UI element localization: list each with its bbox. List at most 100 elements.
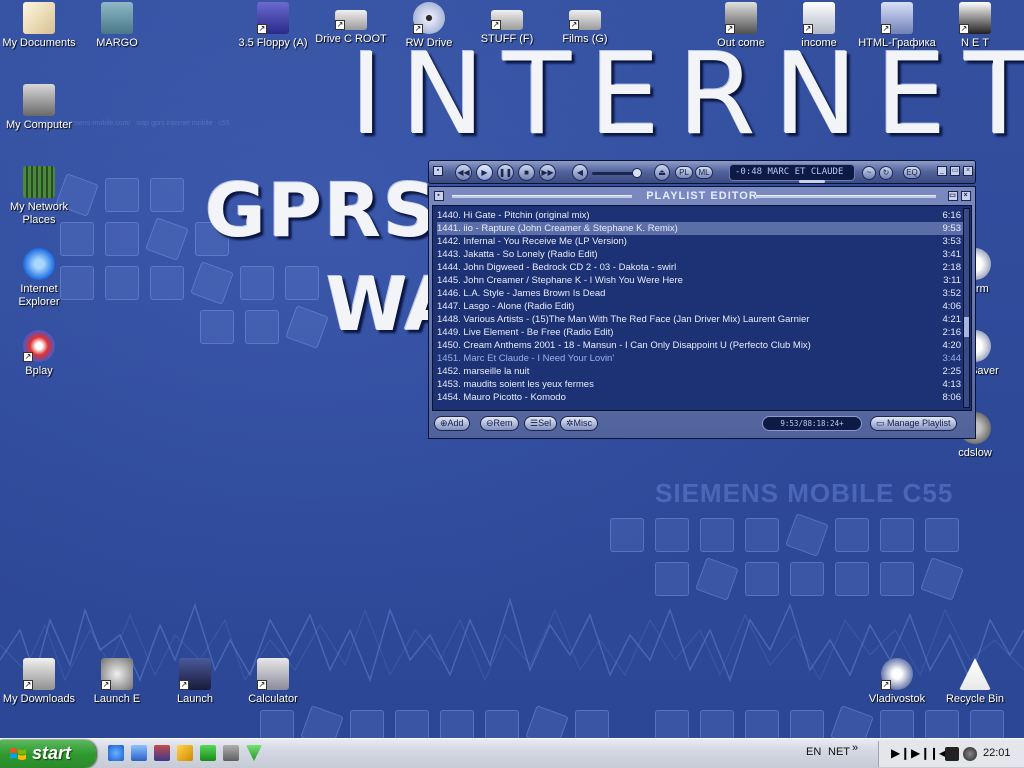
desktop-icon-stuff-drive[interactable]: ↗ STUFF (F) [468,2,546,46]
minimize-button[interactable]: _ [937,166,947,176]
playlist-titlebar[interactable]: ▪ PLAYLIST EDITOR ▭ × [432,187,972,205]
clock[interactable]: 22:01 [983,747,1011,759]
playlist-scroll-thumb[interactable] [964,317,969,337]
playlist-editor[interactable]: ▪ PLAYLIST EDITOR ▭ × 1440. Hi Gate - Pi… [428,186,976,439]
quicklaunch-edit-icon[interactable] [177,745,193,761]
quicklaunch-arrow-icon[interactable] [200,745,216,761]
shade-button[interactable]: ▭ [950,166,960,176]
playlist-track[interactable]: 1452. marseille la nuit 2:25 [437,365,967,378]
desktop-icon-label: My Downloads [2,693,76,705]
playlist-track[interactable]: 1447. Lasgo - Alone (Radio Edit) 4:06 [437,300,967,313]
playlist-track[interactable]: 1443. Jakatta - So Lonely (Radio Edit) 3:… [437,248,967,261]
playlist-shade-button[interactable]: ▭ [948,191,958,201]
desktop-icon-films-drive[interactable]: ↗ Films (G) [546,2,624,46]
shortcut-arrow-icon: ↗ [413,24,423,34]
quicklaunch-save-icon[interactable] [154,745,170,761]
misc-button[interactable]: ✲Misc [560,416,599,431]
stop-button[interactable]: ■ [518,164,535,181]
winamp-menu-icon[interactable]: ▪ [433,166,443,176]
playlist-track[interactable]: 1444. John Digweed - Bedrock CD 2 - 03 -… [437,261,967,274]
desktop-icon-drive-c[interactable]: ↗ Drive C ROOT [312,2,390,46]
previous-button[interactable]: ◀◀ [455,164,472,181]
playlist-track[interactable]: 1441. iio - Rapture (John Creamer & Step… [437,222,967,235]
shortcut-arrow-icon: ↗ [725,24,735,34]
pause-button[interactable]: ❚❚ [497,164,514,181]
playlist-menu-icon[interactable]: ▪ [434,191,444,201]
desktop-icon-internet-explorer[interactable]: Internet Explorer [0,248,78,309]
start-button[interactable]: start [0,740,96,768]
desktop-icon-income[interactable]: ↗ income [780,2,858,50]
playlist-track[interactable]: 1440. Hi Gate - Pitchin (original mix) 6:… [437,209,967,222]
desktop-icon-label: income [801,37,837,49]
taskbar: start EN NET » ▶❙ ▶❙ ❙◀ 22:01 [0,738,1024,768]
playlist-track[interactable]: 1442. Infernal - You Receive Me (LP Vers… [437,235,967,248]
quicklaunch-ie-icon[interactable] [108,745,124,761]
quicklaunch-tool-icon[interactable] [223,745,239,761]
desktop-icon-vladivostok[interactable]: ↗ Vladivostok [858,658,936,706]
seek-bar[interactable] [799,180,825,183]
close-button[interactable]: × [963,166,973,176]
select-button[interactable]: ☰Sel [524,416,558,431]
tray-play-icon[interactable]: ▶❙ [891,747,910,761]
playlist-track[interactable]: 1446. L.A. Style - James Brown Is Dead 3:… [437,287,967,300]
playlist-track[interactable]: 1450. Cream Anthems 2001 - 18 - Mansun -… [437,339,967,352]
playlist-close-button[interactable]: × [961,191,971,201]
shortcut-arrow-icon: ↗ [23,352,33,362]
eject-button[interactable]: ⏏ [654,164,670,181]
desktop-icon-margo[interactable]: MARGO [78,2,156,50]
ml-button[interactable]: ML [695,166,713,179]
playlist-track[interactable]: 1448. Various Artists - (15)The Man With… [437,313,967,326]
desktop-icon-html-grafika[interactable]: ↗ HTML-Графика [858,2,936,50]
playlist-track[interactable]: 1451. Marc Et Claude - I Need Your Lovin… [437,352,967,365]
desktop-icon-bplay[interactable]: ↗ Bplay [0,330,78,378]
playlist-track[interactable]: 1453. maudits soient les yeux fermes 4:13 [437,378,967,391]
desktop-icon-rw-drive[interactable]: ↗ RW Drive [390,2,468,50]
tray-app-icon[interactable] [945,747,959,761]
playlist-scrollbar[interactable] [963,208,970,408]
playlist-track[interactable]: 1445. John Creamer / Stephane K - I Wish… [437,274,967,287]
quicklaunch-down-icon[interactable] [246,745,262,761]
desktop-icon-calculator[interactable]: ↗ Calculator [234,658,312,706]
volume-slider-thumb[interactable] [632,168,642,178]
language-indicator[interactable]: EN [806,746,821,758]
tray-volume-icon[interactable] [963,747,977,761]
desktop-icon-launch-e[interactable]: ↗ Launch E [78,658,156,706]
wallpaper-square [925,710,959,738]
quicklaunch-browser-icon[interactable] [131,745,147,761]
desktop-icon-floppy[interactable]: ↗ 3.5 Floppy (A) [234,2,312,50]
repeat-button[interactable]: ↻ [879,166,893,180]
desktop-icon-out-come[interactable]: ↗ Out come [702,2,780,50]
winamp-window[interactable]: ▪ ◀◀ ▶ ❚❚ ■ ▶▶ ◀ ⏏ PL ML -0:48 MARC ET C… [428,160,976,439]
playlist-track[interactable]: 1454. Mauro Picotto - Komodo 8:06 [437,391,967,404]
playlist-track[interactable]: 1449. Live Element - Be Free (Radio Edit… [437,326,967,339]
tray-next-icon[interactable]: ▶❙ [911,747,930,761]
eq-button[interactable]: EQ [903,166,921,179]
start-label: start [32,743,72,763]
volume-slider[interactable] [592,168,642,178]
track-duration: 4:06 [942,301,962,312]
play-button[interactable]: ▶ [476,164,493,181]
net-toolbar[interactable]: NET [828,746,850,758]
desktop-icon-recycle-bin[interactable]: Recycle Bin [936,658,1014,706]
track-title: L.A. Style - James Brown Is Dead [463,288,606,299]
next-button[interactable]: ▶▶ [539,164,556,181]
desktop-icon-label: Recycle Bin [945,693,1005,705]
desktop-icon-my-documents[interactable]: My Documents [0,2,78,50]
wallpaper-square [700,518,734,552]
desktop-icon-my-network-places[interactable]: My Network Places [0,166,78,227]
shuffle-button[interactable]: ~ [862,166,876,180]
toolbar-chevron-icon[interactable]: » [852,742,858,754]
remove-button[interactable]: ⊖Rem [480,416,519,431]
playlist-tracks[interactable]: 1440. Hi Gate - Pitchin (original mix) 6:… [432,205,972,411]
winamp-main-bar[interactable]: ▪ ◀◀ ▶ ❚❚ ■ ▶▶ ◀ ⏏ PL ML -0:48 MARC ET C… [428,160,976,184]
ie-icon [23,248,55,280]
desktop-icon-net[interactable]: ↗ N E T [936,2,1014,50]
desktop-icon-my-computer[interactable]: My Computer [0,84,78,132]
track-duration: 2:16 [942,327,962,338]
manage-playlist-button[interactable]: ▭ Manage Playlist [870,416,957,431]
desktop-icon-launch[interactable]: ↗ Launch [156,658,234,706]
pl-button[interactable]: PL [675,166,693,179]
desktop-icon-my-downloads[interactable]: ↗ My Downloads [0,658,78,706]
tray-prev-icon[interactable]: ❙◀ [929,747,948,761]
add-button[interactable]: ⊕Add [434,416,470,431]
